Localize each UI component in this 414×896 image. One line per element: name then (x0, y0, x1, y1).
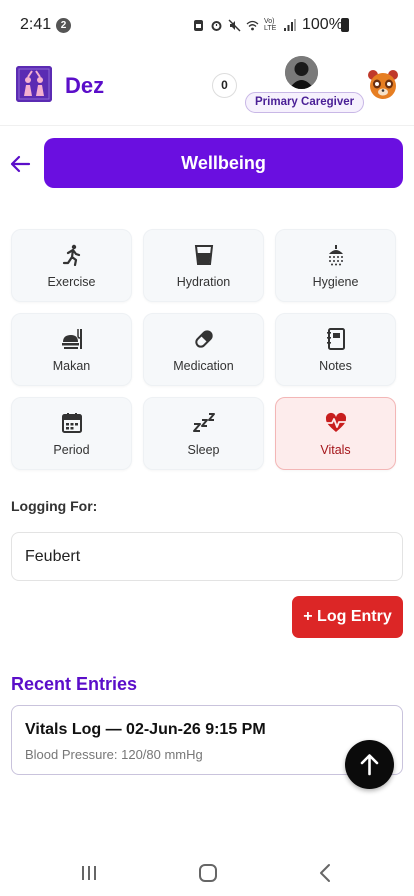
tile-period[interactable]: Period (11, 397, 132, 470)
entry-title: Vitals Log — 02-Jun-26 9:15 PM (25, 721, 266, 738)
sim-icon (194, 19, 203, 31)
battery-icon (341, 18, 349, 32)
role-chip: Primary Caregiver (245, 92, 365, 113)
volte-indicator: Vo) LTE (264, 18, 277, 32)
log-entry-button[interactable]: + Log Entry (292, 596, 403, 638)
glass-icon (194, 245, 213, 265)
tile-label: Sleep (187, 443, 220, 457)
heart-pulse-icon (325, 412, 346, 432)
signal-icon (284, 18, 296, 31)
tile-label: Hydration (176, 275, 231, 289)
tile-vitals[interactable]: Vitals (275, 397, 396, 470)
tile-label: Exercise (47, 275, 96, 289)
status-bar: 2:41 2 Vo) LTE 100% (0, 0, 414, 52)
app-header: Dez 0 Primary Caregiver (0, 54, 414, 126)
system-nav-bar (0, 852, 414, 896)
wifi-icon (246, 20, 259, 30)
notification-count-badge: 2 (56, 18, 71, 33)
mute-icon (228, 19, 241, 31)
avatar[interactable] (285, 56, 318, 89)
tile-label: Notes (319, 359, 352, 373)
logging-for-label: Logging For: (11, 498, 98, 514)
tile-label: Hygiene (312, 275, 359, 289)
panda-mascot-icon[interactable] (366, 67, 400, 101)
count-badge[interactable]: 0 (212, 73, 237, 98)
tile-medication[interactable]: Medication (143, 313, 264, 386)
tile-hydration[interactable]: Hydration (143, 229, 264, 302)
alarm-icon (211, 20, 222, 31)
nav-back-icon[interactable] (318, 863, 332, 883)
battery-percent: 100% (302, 16, 343, 33)
category-grid: Exercise Hydration Hygiene Makan Medicat… (11, 229, 397, 470)
back-arrow-icon[interactable] (9, 153, 31, 175)
food-icon (61, 329, 82, 349)
pill-icon (194, 330, 213, 348)
tile-label: Makan (52, 359, 91, 373)
page-title: Wellbeing (44, 138, 403, 188)
recent-apps-icon[interactable] (80, 864, 98, 882)
zzz-icon (192, 413, 215, 432)
app-name: Dez (65, 73, 105, 98)
home-icon[interactable] (198, 863, 218, 883)
notebook-icon (326, 328, 345, 350)
status-time: 2:41 (20, 16, 52, 33)
tile-exercise[interactable]: Exercise (11, 229, 132, 302)
app-logo (16, 66, 52, 102)
tile-label: Vitals (320, 443, 351, 457)
tile-sleep[interactable]: Sleep (143, 397, 264, 470)
shower-icon (328, 245, 343, 266)
scroll-top-button[interactable] (345, 740, 394, 789)
tile-hygiene[interactable]: Hygiene (275, 229, 396, 302)
entry-subtitle: Blood Pressure: 120/80 mmHg (25, 747, 203, 762)
recent-entries-title: Recent Entries (11, 674, 138, 694)
calendar-icon (61, 413, 82, 433)
tile-label: Period (53, 443, 90, 457)
tile-notes[interactable]: Notes (275, 313, 396, 386)
tile-makan[interactable]: Makan (11, 313, 132, 386)
logging-for-select[interactable]: Feubert (11, 532, 403, 581)
running-icon (62, 244, 80, 266)
tile-label: Medication (173, 359, 234, 373)
status-icons: Vo) LTE (192, 18, 296, 32)
arrow-up-icon (360, 754, 379, 776)
